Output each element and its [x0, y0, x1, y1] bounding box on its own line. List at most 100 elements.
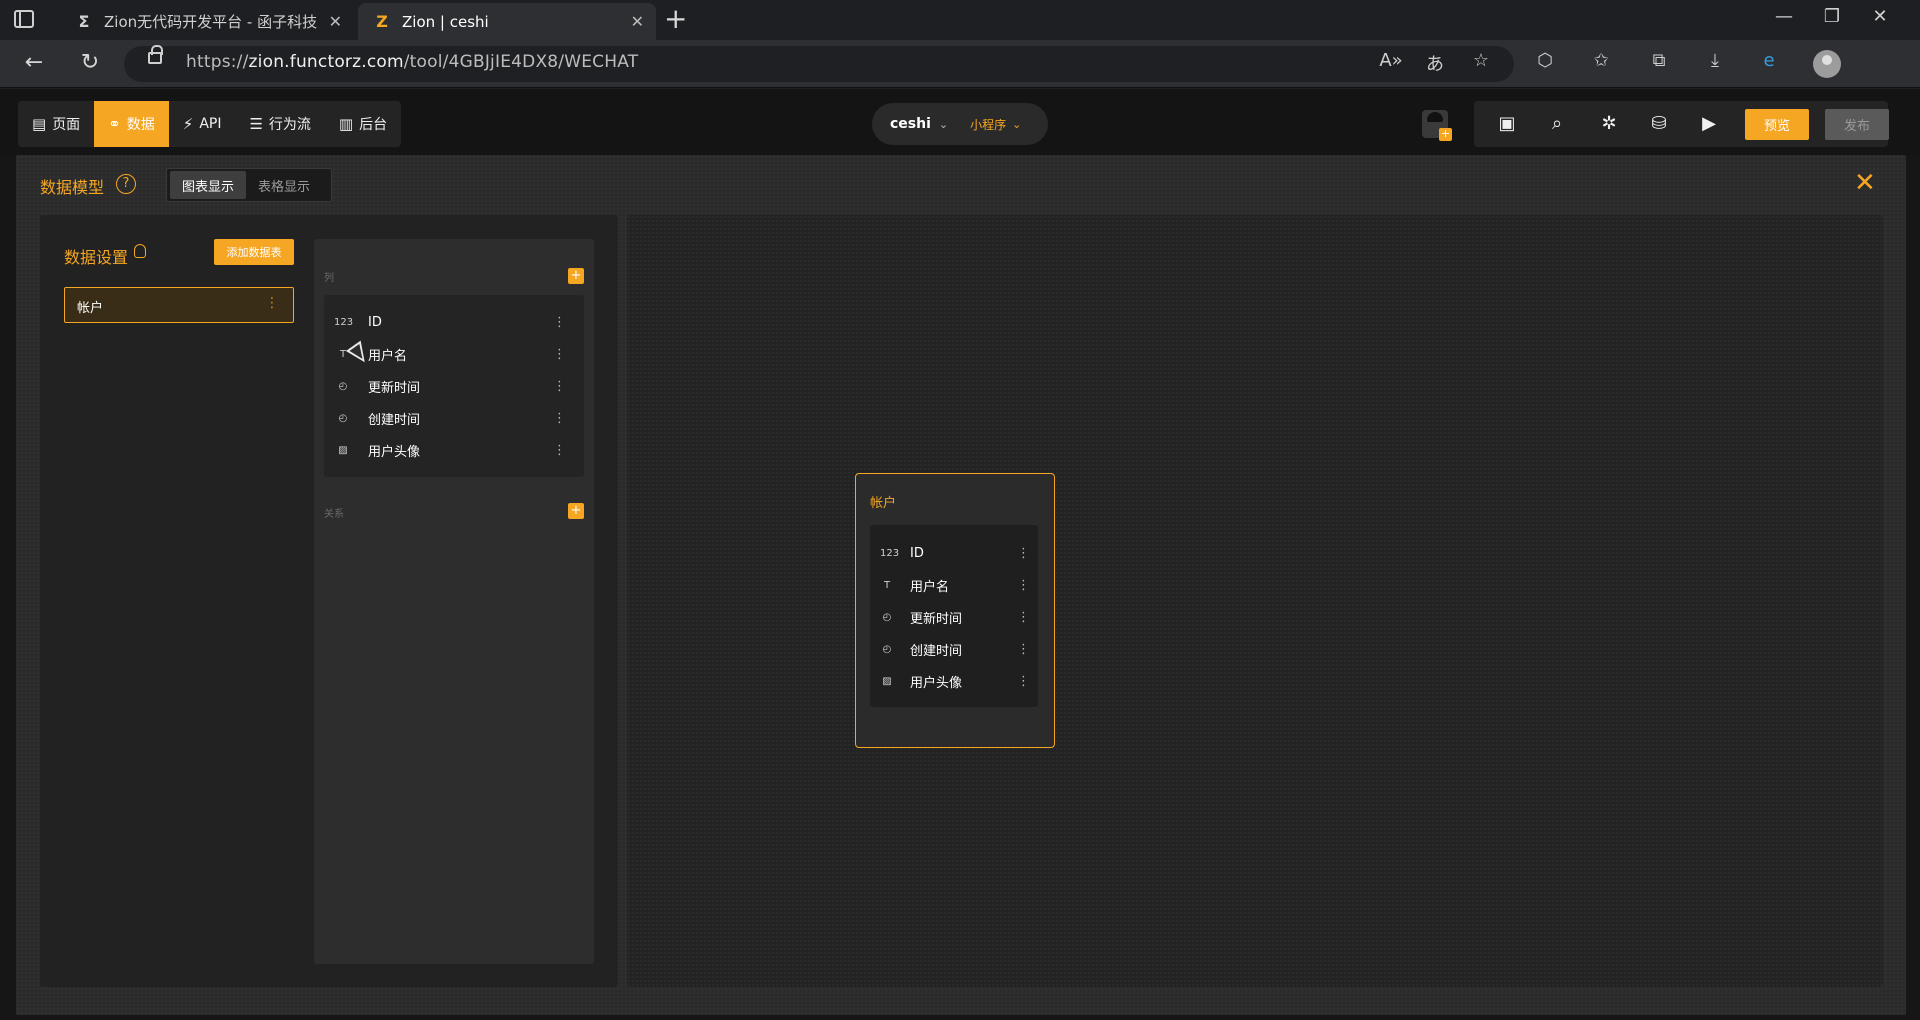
edge-icon[interactable]: e: [1754, 50, 1784, 71]
mode-label: 行为流: [268, 117, 311, 133]
columns-section-label: 列: [324, 273, 334, 284]
mode-tab-data[interactable]: ⚭ 数据: [94, 101, 169, 147]
add-table-button[interactable]: 添加数据表: [214, 239, 294, 265]
translate-icon[interactable]: あ: [1420, 50, 1450, 76]
backend-icon: ▥: [338, 115, 354, 133]
more-options-icon[interactable]: ⋮: [553, 347, 566, 362]
entity-card-title: 帐户: [870, 496, 897, 511]
more-options-icon[interactable]: ⋮: [553, 315, 566, 330]
more-options-icon[interactable]: ⋮: [553, 411, 566, 426]
view-option-table[interactable]: 表格显示: [246, 171, 322, 199]
more-options-icon[interactable]: ⋮: [553, 443, 566, 458]
entity-field-row-updated-at[interactable]: ◴ 更新时间 ⋮: [880, 604, 1030, 630]
window-close-icon[interactable]: ✕: [1860, 6, 1900, 27]
table-list-item[interactable]: 帐户 ⋮: [64, 287, 294, 323]
tab-actions-icon[interactable]: [14, 10, 34, 28]
refresh-icon[interactable]: ↻: [76, 50, 104, 75]
id-icon: 123: [334, 316, 354, 328]
project-name: ceshi: [890, 116, 931, 132]
diagram-canvas[interactable]: [627, 215, 1883, 987]
browser-tab-zion-ceshi[interactable]: Z Zion | ceshi ✕: [358, 3, 656, 40]
search-icon[interactable]: ⌕: [1544, 113, 1570, 135]
save-icon[interactable]: ▣: [1494, 113, 1520, 135]
more-options-icon[interactable]: ⋮: [1017, 578, 1030, 593]
mode-label: 页面: [52, 117, 81, 133]
field-name: ID: [368, 314, 382, 330]
panel-title: 数据模型: [40, 178, 105, 197]
add-column-button[interactable]: +: [568, 268, 584, 284]
close-icon[interactable]: ✕: [1854, 170, 1876, 196]
url-scheme: https://: [186, 52, 249, 72]
project-selector[interactable]: ceshi ⌄ 小程序 ⌄: [872, 103, 1048, 145]
entity-field-row-id[interactable]: 123 ID ⋮: [880, 540, 1030, 566]
close-tab-icon[interactable]: ✕: [631, 12, 644, 31]
lock-icon[interactable]: [148, 45, 163, 64]
mode-label: 数据: [126, 117, 155, 133]
zion-logo-icon: Z: [376, 12, 388, 31]
add-favorite-icon[interactable]: ☆: [1466, 50, 1496, 71]
profile-avatar[interactable]: [1813, 50, 1841, 78]
id-icon: 123: [880, 547, 900, 559]
favorites-icon[interactable]: ✩: [1586, 50, 1616, 71]
more-options-icon[interactable]: ⋮: [1017, 674, 1030, 689]
run-icon[interactable]: ▶: [1696, 113, 1722, 135]
view-option-diagram[interactable]: 图表显示: [170, 171, 247, 199]
field-name: 更新时间: [368, 380, 421, 396]
relations-section-label: 关系: [324, 509, 344, 520]
field-row-avatar[interactable]: ▨ 用户头像 ⋮: [334, 437, 574, 463]
mode-tab-page[interactable]: ▤ 页面: [18, 101, 94, 147]
field-name: 用户名: [910, 579, 950, 595]
field-row-updated-at[interactable]: ◴ 更新时间 ⋮: [334, 373, 574, 399]
page-icon: ▤: [32, 115, 47, 133]
field-name: 用户头像: [368, 444, 421, 460]
extensions-icon[interactable]: ⬡: [1530, 50, 1560, 71]
downloads-icon[interactable]: ⤓: [1700, 50, 1730, 71]
sigma-icon: Σ: [78, 12, 90, 31]
mode-tab-flow[interactable]: ☰ 行为流: [235, 101, 324, 147]
field-row-id[interactable]: 123 ID ⋮: [334, 309, 574, 335]
entity-field-row-created-at[interactable]: ◴ 创建时间 ⋮: [880, 636, 1030, 662]
api-icon: ⚡: [182, 115, 194, 133]
settings-title: 数据设置: [64, 248, 129, 267]
mode-label: API: [199, 116, 222, 132]
collections-icon[interactable]: ⧉: [1644, 50, 1674, 71]
more-options-icon[interactable]: ⋮: [1017, 642, 1030, 657]
help-icon[interactable]: ?: [116, 174, 136, 194]
close-tab-icon[interactable]: ✕: [329, 12, 342, 31]
back-icon[interactable]: ←: [20, 50, 48, 75]
field-row-created-at[interactable]: ◴ 创建时间 ⋮: [334, 405, 574, 431]
table-name: 帐户: [77, 301, 104, 316]
field-name: 用户名: [368, 348, 408, 364]
browser-tab-zion-platform[interactable]: Σ Zion无代码开发平台 - 函子科技 ✕: [60, 3, 354, 40]
tab-title: Zion无代码开发平台 - 函子科技: [104, 13, 318, 31]
entity-field-row-avatar[interactable]: ▨ 用户头像 ⋮: [880, 668, 1030, 694]
mode-tab-api[interactable]: ⚡ API: [169, 101, 236, 147]
debug-icon[interactable]: ✲: [1596, 113, 1622, 135]
more-options-icon[interactable]: ⋮: [1017, 610, 1030, 625]
more-options-icon[interactable]: ⋮: [553, 379, 566, 394]
url-host: zion.functorz.com: [248, 52, 404, 72]
more-options-icon[interactable]: ⋮: [1017, 546, 1030, 561]
database-icon[interactable]: ⛁: [1646, 113, 1672, 135]
field-name: 用户头像: [910, 675, 963, 691]
field-name: 创建时间: [910, 643, 963, 659]
preview-button[interactable]: 预览: [1745, 109, 1809, 140]
mode-switcher: ▤ 页面 ⚭ 数据 ⚡ API ☰ 行为流 ▥ 后台: [18, 101, 402, 147]
lightbulb-icon[interactable]: [134, 244, 146, 258]
view-toggle: 图表显示 表格显示: [166, 168, 332, 202]
tab-title: Zion | ceshi: [402, 12, 489, 31]
chevron-down-icon: ⌄: [1012, 117, 1022, 131]
read-aloud-icon[interactable]: A»: [1376, 50, 1406, 71]
new-tab-icon[interactable]: +: [664, 4, 687, 34]
entity-field-row-username[interactable]: T 用户名 ⋮: [880, 572, 1030, 598]
image-icon: ▨: [882, 675, 892, 687]
minimize-icon[interactable]: —: [1764, 6, 1804, 27]
invite-collaborator-avatar[interactable]: [1422, 110, 1452, 141]
add-relation-button[interactable]: +: [568, 503, 584, 519]
field-name: ID: [910, 545, 924, 561]
mode-tab-backend[interactable]: ▥ 后台: [325, 101, 401, 147]
url-text[interactable]: https://zion.functorz.com/tool/4GBJjIE4D…: [186, 52, 638, 72]
restore-icon[interactable]: ❐: [1812, 6, 1852, 27]
more-options-icon[interactable]: ⋮: [265, 295, 279, 311]
publish-button[interactable]: 发布: [1825, 109, 1889, 140]
